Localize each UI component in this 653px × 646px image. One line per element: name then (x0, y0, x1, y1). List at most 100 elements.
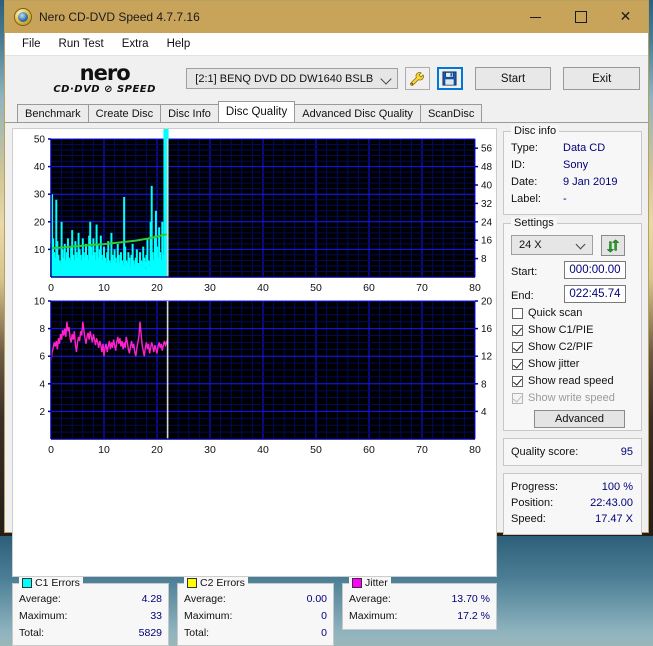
show-c2-pif-checkbox[interactable] (512, 342, 523, 353)
c1-errors-label: C1 Errors (35, 577, 80, 589)
advanced-button[interactable]: Advanced (534, 410, 625, 428)
tab-disc-info[interactable]: Disc Info (160, 104, 219, 122)
svg-text:30: 30 (34, 190, 46, 201)
show-jitter-checkbox[interactable] (512, 359, 523, 370)
c1-average-value: 4.28 (142, 593, 162, 605)
svg-text:30: 30 (204, 444, 216, 456)
jitter-label: Jitter (365, 577, 388, 589)
exit-button[interactable]: Exit (563, 67, 640, 90)
disc-id-value: Sony (563, 159, 588, 171)
svg-text:10: 10 (34, 245, 46, 256)
c1-errors-title: C1 Errors (19, 577, 83, 589)
window-controls: ✕ (513, 1, 648, 33)
tab-bar: Benchmark Create Disc Disc Info Disc Qua… (5, 101, 648, 122)
nero-logo: nero CD·DVD ⊘ SPEED (31, 63, 178, 95)
svg-text:8: 8 (481, 254, 487, 265)
svg-text:0: 0 (48, 282, 54, 294)
settings-group: Settings 24 X Start: 000:00.00 End: 022:… (503, 223, 642, 431)
menu-file[interactable]: File (13, 36, 50, 52)
show-read-speed-checkbox[interactable] (512, 376, 523, 387)
svg-text:4: 4 (39, 379, 45, 390)
svg-text:10: 10 (98, 444, 110, 456)
speed-select[interactable]: 24 X (511, 235, 593, 255)
disc-type-label: Type: (511, 142, 538, 154)
show-c1-pie-checkbox[interactable] (512, 325, 523, 336)
quick-scan-checkbox[interactable] (512, 308, 523, 319)
svg-text:16: 16 (481, 324, 493, 335)
svg-text:20: 20 (151, 444, 163, 456)
c2-errors-stats: C2 Errors Average: 0.00 Maximum: 0 Total… (177, 583, 334, 646)
save-button[interactable] (437, 67, 463, 90)
window-title: Nero CD-DVD Speed 4.7.7.16 (39, 10, 200, 24)
tab-scandisc[interactable]: ScanDisc (420, 104, 482, 122)
c1-errors-chart: 1020304050816243240485601020304050607080 (34, 129, 493, 294)
nero-disc-icon (15, 9, 31, 25)
menu-extra[interactable]: Extra (113, 36, 158, 52)
c1-errors-stats: C1 Errors Average: 4.28 Maximum: 33 Tota… (12, 583, 169, 646)
show-c1-pie-label: Show C1/PIE (528, 324, 593, 336)
close-button[interactable]: ✕ (603, 1, 648, 33)
maximize-button[interactable] (558, 1, 603, 33)
minimize-button[interactable] (513, 1, 558, 33)
disc-date-value: 9 Jan 2019 (563, 176, 617, 188)
svg-text:80: 80 (469, 444, 481, 456)
quality-score-group: Quality score: 95 (503, 438, 642, 466)
start-time-field[interactable]: 000:00.00 (564, 261, 626, 279)
svg-text:20: 20 (34, 217, 46, 228)
settings-title: Settings (511, 217, 557, 229)
c1-maximum-label: Maximum: (19, 610, 67, 622)
c2-total-value: 0 (321, 627, 327, 639)
drive-select[interactable]: [2:1] BENQ DVD DD DW1640 BSLB (186, 68, 397, 89)
menu-run-test[interactable]: Run Test (50, 36, 113, 52)
end-time-label: End: (511, 290, 534, 302)
logo-primary-text: nero (80, 63, 130, 84)
quick-scan-label: Quick scan (528, 307, 582, 319)
disc-label-label: Label: (511, 193, 541, 205)
menu-bar: File Run Test Extra Help (5, 33, 648, 56)
c2-maximum-value: 0 (321, 610, 327, 622)
show-read-speed-label: Show read speed (528, 375, 614, 387)
svg-text:40: 40 (257, 444, 269, 456)
toolbar: nero CD·DVD ⊘ SPEED [2:1] BENQ DVD DD DW… (5, 56, 648, 101)
svg-text:70: 70 (416, 282, 428, 294)
jitter-average-label: Average: (349, 593, 391, 605)
svg-text:10: 10 (34, 297, 46, 308)
tab-create-disc[interactable]: Create Disc (88, 104, 161, 122)
svg-text:50: 50 (310, 444, 322, 456)
tab-benchmark[interactable]: Benchmark (17, 104, 89, 122)
speed-value: 17.47 X (595, 513, 633, 525)
c2-average-label: Average: (184, 593, 226, 605)
c2-errors-title: C2 Errors (184, 577, 248, 589)
speed-select-value: 24 X (519, 239, 542, 251)
tools-button[interactable] (405, 67, 431, 90)
c1-total-label: Total: (19, 627, 44, 639)
jitter-chart: 2468104812162001020304050607080 (34, 297, 493, 457)
tab-disc-quality[interactable]: Disc Quality (218, 101, 295, 122)
svg-text:60: 60 (363, 444, 375, 456)
svg-text:50: 50 (310, 282, 322, 294)
disc-info-group: Disc info Type: Data CD ID: Sony Date: 9… (503, 131, 642, 215)
svg-text:30: 30 (204, 282, 216, 294)
start-button[interactable]: Start (475, 67, 552, 90)
c1-color-swatch (22, 578, 32, 588)
c1-average-label: Average: (19, 593, 61, 605)
svg-text:8: 8 (39, 324, 45, 335)
quality-score-value: 95 (621, 446, 633, 458)
svg-text:4: 4 (481, 407, 487, 418)
menu-help[interactable]: Help (158, 36, 200, 52)
disc-quality-graphs: 1020304050816243240485601020304050607080… (13, 129, 496, 576)
jitter-average-value: 13.70 % (451, 593, 490, 605)
end-time-field[interactable]: 022:45.74 (564, 285, 626, 303)
c2-maximum-label: Maximum: (184, 610, 232, 622)
minimize-icon (530, 17, 541, 18)
c1-maximum-value: 33 (150, 610, 162, 622)
c2-average-value: 0.00 (307, 593, 327, 605)
show-jitter-label: Show jitter (528, 358, 579, 370)
svg-text:20: 20 (481, 297, 493, 308)
jitter-stats: Jitter Average: 13.70 % Maximum: 17.2 % (342, 583, 497, 630)
refresh-button[interactable] (601, 235, 625, 256)
application-window: Nero CD-DVD Speed 4.7.7.16 ✕ File Run Te… (4, 0, 649, 533)
tab-advanced-disc-quality[interactable]: Advanced Disc Quality (294, 104, 421, 122)
c1-total-value: 5829 (139, 627, 162, 639)
jitter-maximum-value: 17.2 % (457, 610, 490, 622)
